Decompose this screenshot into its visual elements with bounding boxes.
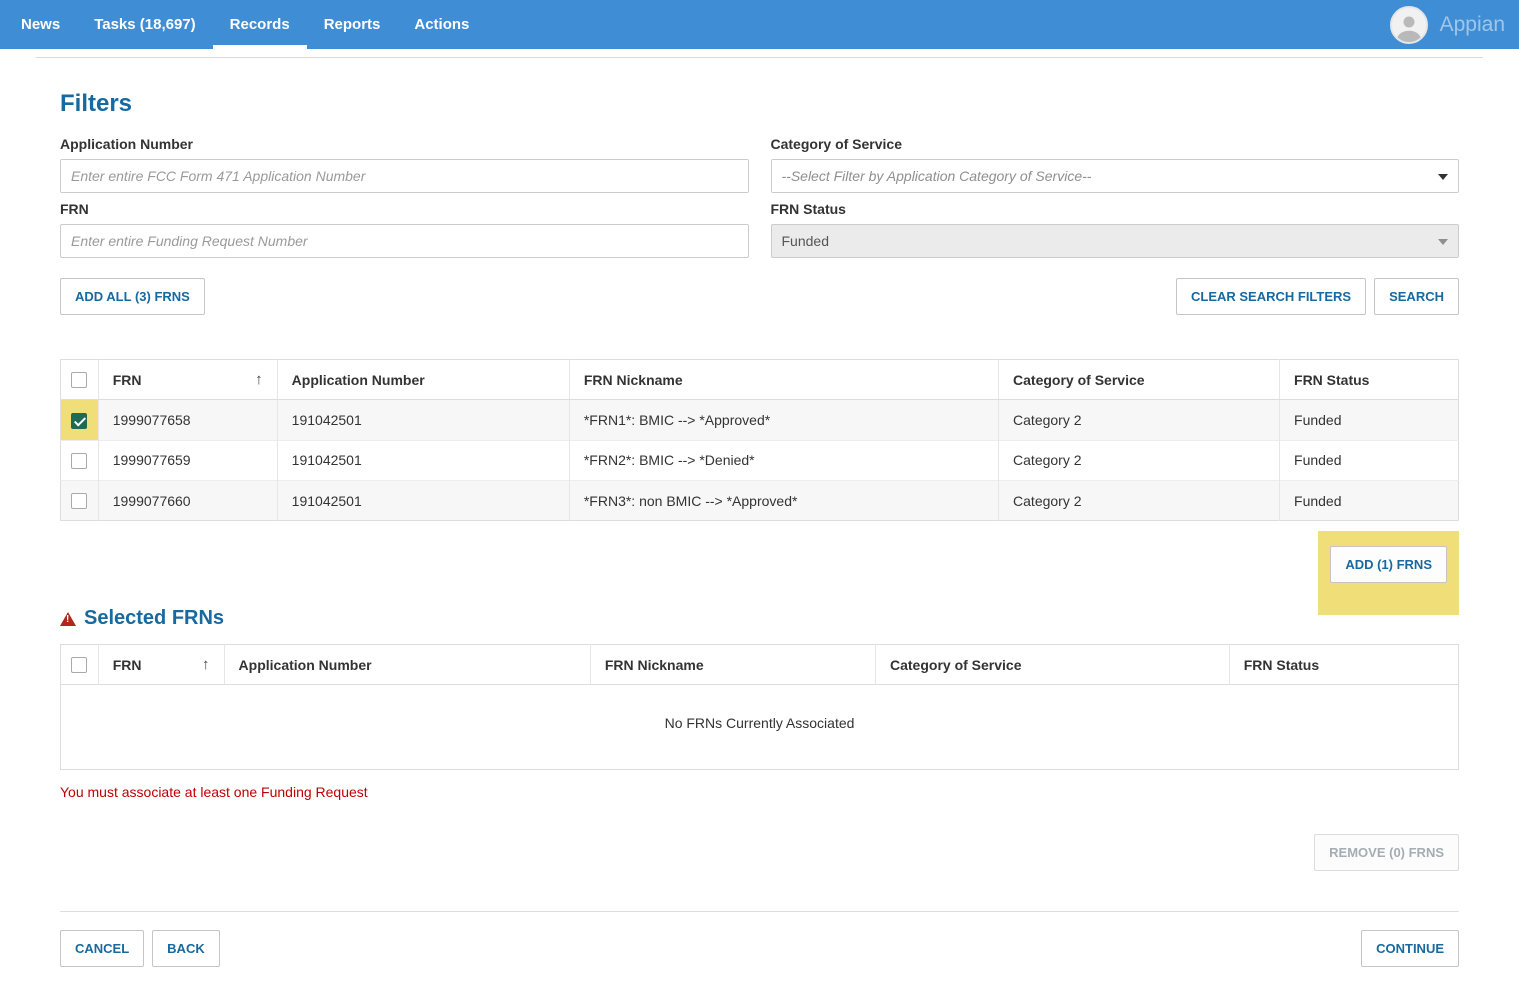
cell-application-number: 191042501 (277, 400, 569, 440)
remove-frns-button[interactable]: REMOVE (0) FRNS (1314, 834, 1459, 871)
application-number-label: Application Number (60, 136, 749, 152)
nav-item-actions[interactable]: Actions (397, 0, 486, 49)
nav-item-label: Records (230, 16, 290, 33)
column-header-frn-nickname: FRN Nickname (590, 645, 875, 685)
cell-frn: 1999077660 (98, 480, 277, 520)
cell-frn-status: Funded (1280, 400, 1459, 440)
empty-row: No FRNs Currently Associated (61, 685, 1459, 770)
chevron-down-icon (1438, 174, 1448, 180)
table-row: 1999077659 191042501 *FRN2*: BMIC --> *D… (61, 440, 1459, 480)
cell-frn-nickname: *FRN3*: non BMIC --> *Approved* (569, 480, 998, 520)
category-of-service-label: Category of Service (771, 136, 1460, 152)
column-header-application-number: Application Number (277, 360, 569, 400)
cell-application-number: 191042501 (277, 480, 569, 520)
sort-ascending-icon[interactable]: ↑ (255, 371, 263, 388)
sort-ascending-icon[interactable]: ↑ (202, 656, 210, 673)
top-navbar: News Tasks (18,697) Records Reports Acti… (0, 0, 1519, 49)
cell-frn-status: Funded (1280, 440, 1459, 480)
column-header-category-of-service: Category of Service (999, 360, 1280, 400)
cell-frn-nickname: *FRN2*: BMIC --> *Denied* (569, 440, 998, 480)
frn-label: FRN (60, 201, 749, 217)
selected-frns-title: Selected FRNs (84, 607, 224, 630)
nav-item-label: Actions (414, 16, 469, 33)
nav-item-label: Reports (324, 16, 381, 33)
row-checkbox[interactable] (71, 453, 87, 469)
frn-field-group: FRN (60, 197, 749, 258)
cell-category-of-service: Category 2 (999, 440, 1280, 480)
clear-search-filters-button[interactable]: CLEAR SEARCH FILTERS (1176, 278, 1366, 315)
empty-message: No FRNs Currently Associated (61, 685, 1459, 770)
frn-results-table: FRN ↑ Application Number FRN Nickname Ca… (60, 359, 1459, 521)
chevron-down-icon (1438, 239, 1448, 245)
cell-frn-status: Funded (1280, 480, 1459, 520)
column-header-frn: FRN (113, 657, 142, 673)
category-of-service-field-group: Category of Service --Select Filter by A… (771, 132, 1460, 193)
table-header-row: FRN ↑ Application Number FRN Nickname Ca… (61, 645, 1459, 685)
application-number-input[interactable] (60, 159, 749, 193)
selected-frns-table: FRN ↑ Application Number FRN Nickname Ca… (60, 644, 1459, 770)
category-of-service-select[interactable]: --Select Filter by Application Category … (771, 159, 1460, 193)
selected-frns-heading: Selected FRNs (60, 607, 1459, 630)
user-icon (1394, 12, 1424, 42)
add-frns-button[interactable]: ADD (1) FRNS (1330, 546, 1447, 583)
column-header-frn: FRN (113, 372, 142, 388)
column-header-application-number: Application Number (224, 645, 590, 685)
column-header-frn-nickname: FRN Nickname (569, 360, 998, 400)
column-header-frn-status: FRN Status (1280, 360, 1459, 400)
select-all-checkbox[interactable] (71, 372, 87, 388)
table-row: 1999077660 191042501 *FRN3*: non BMIC --… (61, 480, 1459, 520)
nav-item-label: Tasks (18,697) (94, 16, 195, 33)
frn-status-select[interactable]: Funded (771, 224, 1460, 258)
nav-item-label: News (21, 16, 60, 33)
frn-status-value: Funded (782, 233, 829, 249)
frn-input[interactable] (60, 224, 749, 258)
nav-item-news[interactable]: News (4, 0, 77, 49)
cell-frn: 1999077658 (98, 400, 277, 440)
add-frns-highlight: ADD (1) FRNS (1318, 531, 1459, 615)
footer-divider (60, 911, 1459, 912)
cell-category-of-service: Category 2 (999, 480, 1280, 520)
nav-item-reports[interactable]: Reports (307, 0, 398, 49)
avatar[interactable] (1390, 6, 1428, 44)
cell-frn: 1999077659 (98, 440, 277, 480)
appian-logo: Appian (1440, 13, 1505, 37)
row-checkbox[interactable] (71, 493, 87, 509)
cell-application-number: 191042501 (277, 440, 569, 480)
add-all-frns-button[interactable]: ADD ALL (3) FRNS (60, 278, 205, 315)
frn-status-field-group: FRN Status Funded (771, 197, 1460, 258)
nav-item-tasks[interactable]: Tasks (18,697) (77, 0, 212, 49)
search-button[interactable]: SEARCH (1374, 278, 1459, 315)
category-of-service-value: --Select Filter by Application Category … (782, 168, 1092, 184)
row-checkbox[interactable] (71, 413, 87, 429)
filters-form: Application Number Category of Service -… (60, 132, 1459, 258)
column-header-category-of-service: Category of Service (876, 645, 1230, 685)
frn-status-label: FRN Status (771, 201, 1460, 217)
cell-frn-nickname: *FRN1*: BMIC --> *Approved* (569, 400, 998, 440)
application-number-field-group: Application Number (60, 132, 749, 193)
table-header-row: FRN ↑ Application Number FRN Nickname Ca… (61, 360, 1459, 400)
cell-category-of-service: Category 2 (999, 400, 1280, 440)
main-content: Filters Application Number Category of S… (36, 57, 1483, 997)
validation-message: You must associate at least one Funding … (60, 784, 1459, 800)
column-header-frn-status: FRN Status (1229, 645, 1458, 685)
filters-title: Filters (60, 90, 1459, 118)
nav-item-records[interactable]: Records (213, 0, 307, 49)
select-all-checkbox[interactable] (71, 657, 87, 673)
warning-icon (60, 612, 76, 626)
table-row: 1999077658 191042501 *FRN1*: BMIC --> *A… (61, 400, 1459, 440)
